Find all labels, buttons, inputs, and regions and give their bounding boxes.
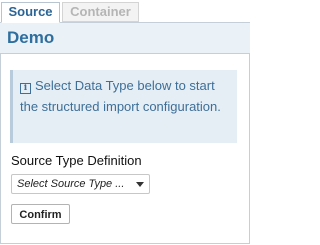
chevron-down-icon	[136, 182, 144, 187]
source-type-label: Source Type Definition	[11, 153, 142, 168]
info-icon: i	[20, 83, 31, 94]
tab-bar: Source Container	[0, 0, 250, 23]
panel-header: Demo	[0, 23, 250, 54]
info-message: i Select Data Type below to start the str…	[10, 70, 237, 143]
page-title: Demo	[7, 28, 55, 47]
confirm-button[interactable]: Confirm	[11, 204, 70, 224]
source-type-select[interactable]: Select Source Type ...	[11, 174, 150, 194]
source-type-select-value: Select Source Type ...	[17, 178, 125, 190]
tab-container[interactable]: Container	[62, 2, 139, 22]
tab-source[interactable]: Source	[1, 2, 60, 23]
info-message-text: Select Data Type below to start the stru…	[20, 78, 221, 114]
